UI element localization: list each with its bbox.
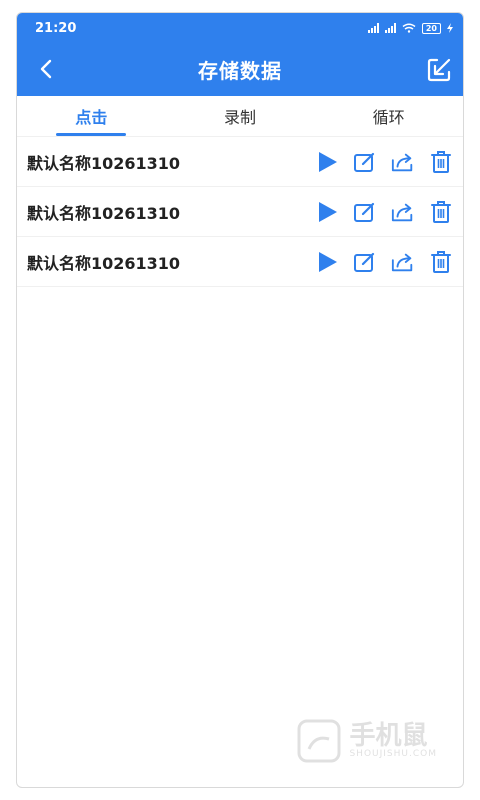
charging-icon xyxy=(447,23,453,33)
import-icon[interactable] xyxy=(425,56,453,84)
item-name: 默认名称10261310 xyxy=(27,203,181,223)
play-button[interactable] xyxy=(315,200,339,224)
item-actions xyxy=(315,150,453,174)
share-button[interactable] xyxy=(391,250,415,274)
tab-record[interactable]: 录制 xyxy=(166,96,315,136)
status-bar: 21:20 20 xyxy=(17,13,463,43)
tab-label: 点击 xyxy=(75,108,108,127)
list-item[interactable]: 默认名称10261310 xyxy=(17,237,463,287)
saved-list: 默认名称10261310 默认名称10261310 默认名称10261310 xyxy=(17,137,463,287)
battery-icon: 20 xyxy=(421,22,441,34)
wifi-icon xyxy=(402,23,416,33)
edit-icon xyxy=(354,202,375,222)
tab-bar: 点击 录制 循环 xyxy=(17,96,463,137)
page-title: 存储数据 xyxy=(198,59,282,83)
play-button[interactable] xyxy=(315,250,339,274)
status-time: 21:20 xyxy=(35,20,77,36)
play-icon xyxy=(319,151,337,172)
delete-button[interactable] xyxy=(429,200,453,224)
tab-indicator xyxy=(56,133,127,136)
item-actions xyxy=(315,250,453,274)
trash-icon xyxy=(431,200,451,223)
play-icon xyxy=(319,251,337,272)
watermark-sub: SHOUJISHU.COM xyxy=(349,749,437,759)
item-actions xyxy=(315,200,453,224)
delete-button[interactable] xyxy=(429,150,453,174)
watermark: 手机鼠 SHOUJISHU.COM xyxy=(295,717,437,765)
list-item[interactable]: 默认名称10261310 xyxy=(17,137,463,187)
watermark-main: 手机鼠 xyxy=(349,721,428,751)
play-button[interactable] xyxy=(315,150,339,174)
edit-icon xyxy=(354,252,375,272)
edit-button[interactable] xyxy=(353,200,377,224)
tab-click[interactable]: 点击 xyxy=(17,96,166,136)
status-icons: 20 xyxy=(367,22,453,34)
item-name: 默认名称10261310 xyxy=(27,253,181,273)
trash-icon xyxy=(431,250,451,273)
signal-icon xyxy=(367,23,379,33)
back-icon[interactable] xyxy=(35,57,59,81)
share-icon xyxy=(391,153,413,171)
item-name: 默认名称10261310 xyxy=(27,153,181,173)
signal-icon xyxy=(384,23,396,33)
app-window: 21:20 20 存储数据 点击 录制 循环 默认名称10261310 默认名称… xyxy=(16,12,464,788)
watermark-logo-icon xyxy=(297,719,341,763)
share-button[interactable] xyxy=(391,150,415,174)
play-icon xyxy=(319,201,337,222)
tab-label: 录制 xyxy=(224,108,257,127)
tab-loop[interactable]: 循环 xyxy=(314,96,463,136)
trash-icon xyxy=(431,150,451,173)
edit-button[interactable] xyxy=(353,150,377,174)
app-bar: 存储数据 xyxy=(17,43,463,96)
delete-button[interactable] xyxy=(429,250,453,274)
edit-button[interactable] xyxy=(353,250,377,274)
list-item[interactable]: 默认名称10261310 xyxy=(17,187,463,237)
watermark-text: 手机鼠 SHOUJISHU.COM xyxy=(349,723,437,759)
share-icon xyxy=(391,253,413,271)
edit-icon xyxy=(354,152,375,172)
tab-label: 循环 xyxy=(372,108,405,127)
share-button[interactable] xyxy=(391,200,415,224)
share-icon xyxy=(391,203,413,221)
